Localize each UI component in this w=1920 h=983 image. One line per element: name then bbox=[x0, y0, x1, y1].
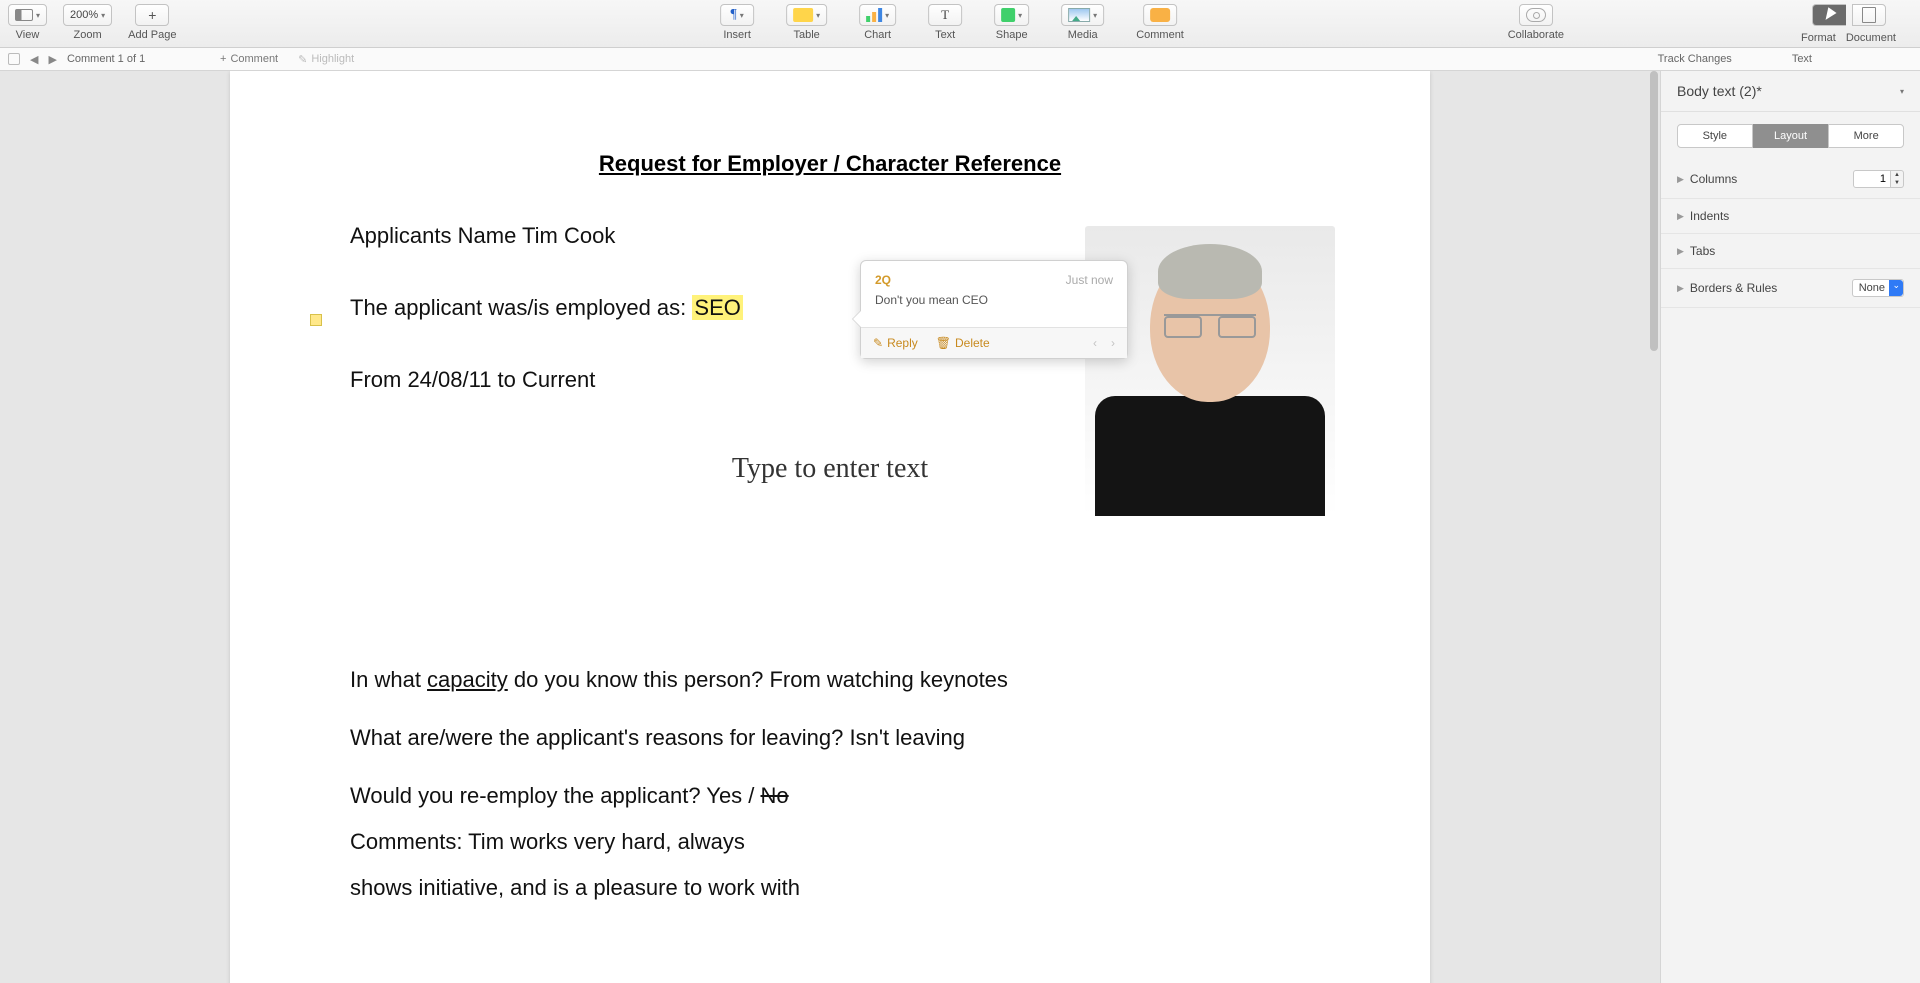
comment-prev-icon[interactable]: ‹ bbox=[1093, 336, 1097, 350]
trash-icon: 🗑 bbox=[936, 336, 951, 350]
comments-line-2[interactable]: shows initiative, and is a pleasure to w… bbox=[350, 875, 1310, 901]
capacity-line[interactable]: In what capacity do you know this person… bbox=[350, 667, 1310, 693]
comment-reply-button[interactable]: ✎Reply bbox=[873, 336, 918, 350]
highlighted-text[interactable]: SEO bbox=[692, 295, 742, 320]
main-toolbar: ▾ View 200%▾ Zoom + Add Page ¶▾Insert ▾T… bbox=[0, 0, 1920, 48]
document-label: Document bbox=[1846, 32, 1896, 44]
document-button[interactable] bbox=[1852, 4, 1886, 26]
borders-dropdown[interactable]: None bbox=[1852, 279, 1904, 297]
reemploy-line[interactable]: Would you re-employ the applicant? Yes /… bbox=[350, 783, 1310, 809]
document-canvas[interactable]: Request for Employer / Character Referen… bbox=[0, 71, 1660, 983]
workspace: Request for Employer / Character Referen… bbox=[0, 71, 1920, 983]
inspector-tabs: Style Layout More bbox=[1677, 124, 1904, 148]
zoom-label: Zoom bbox=[74, 29, 102, 41]
view-group: ▾ View bbox=[8, 4, 47, 41]
step-up-icon[interactable]: ▲ bbox=[1891, 171, 1903, 179]
comment-marker-icon[interactable] bbox=[310, 314, 322, 326]
borders-row[interactable]: ▶ Borders & Rules None bbox=[1661, 269, 1920, 308]
insert-button[interactable]: ¶▾ bbox=[720, 4, 754, 26]
brush-icon bbox=[1821, 7, 1836, 23]
comment-text: Don't you mean CEO bbox=[875, 293, 1113, 307]
page[interactable]: Request for Employer / Character Referen… bbox=[230, 71, 1430, 983]
add-comment-action[interactable]: +Comment bbox=[220, 53, 278, 65]
comment-button[interactable] bbox=[1143, 4, 1177, 26]
comment-label: Comment bbox=[1136, 29, 1184, 41]
thumbnails-toggle-icon[interactable] bbox=[8, 53, 20, 65]
addpage-group: + Add Page bbox=[128, 4, 176, 41]
format-inspector: Body text (2)* ▾ Style Layout More ▶ Col… bbox=[1660, 71, 1920, 983]
zoom-button[interactable]: 200%▾ bbox=[63, 4, 112, 26]
pencil-icon: ✎ bbox=[873, 336, 883, 350]
scrollbar-thumb[interactable] bbox=[1650, 71, 1658, 351]
tabs-row[interactable]: ▶ Tabs bbox=[1661, 234, 1920, 269]
shape-icon bbox=[1001, 8, 1015, 22]
chart-button[interactable]: ▾ bbox=[859, 4, 896, 26]
review-subbar: ◀ ▶ Comment 1 of 1 +Comment ✎Highlight T… bbox=[0, 48, 1920, 71]
text-icon: T bbox=[941, 7, 949, 23]
comment-counter: Comment 1 of 1 bbox=[67, 53, 145, 65]
comment-next-icon[interactable]: › bbox=[1111, 336, 1115, 350]
comment-popover: 2Q Just now Don't you mean CEO ✎Reply 🗑D… bbox=[860, 260, 1128, 359]
highlight-action[interactable]: ✎Highlight bbox=[298, 53, 354, 66]
vertical-scrollbar[interactable] bbox=[1646, 71, 1660, 983]
prev-comment-arrow[interactable]: ◀ bbox=[30, 53, 38, 66]
document-title[interactable]: Request for Employer / Character Referen… bbox=[350, 151, 1310, 177]
columns-row[interactable]: ▶ Columns ▲▼ bbox=[1661, 160, 1920, 199]
collaborate-label: Collaborate bbox=[1508, 29, 1564, 41]
plus-icon: + bbox=[148, 8, 156, 22]
indents-row[interactable]: ▶ Indents bbox=[1661, 199, 1920, 234]
view-button[interactable]: ▾ bbox=[8, 4, 47, 26]
step-down-icon[interactable]: ▼ bbox=[1891, 179, 1903, 187]
add-page-button[interactable]: + bbox=[135, 4, 169, 26]
table-label: Table bbox=[793, 29, 819, 41]
collaborate-button[interactable] bbox=[1519, 4, 1553, 26]
text-button[interactable]: T bbox=[928, 4, 962, 26]
next-comment-arrow[interactable]: ▶ bbox=[48, 53, 56, 66]
media-label: Media bbox=[1068, 29, 1098, 41]
format-button[interactable] bbox=[1812, 4, 1846, 26]
insert-label: Insert bbox=[723, 29, 751, 41]
track-changes-label[interactable]: Track Changes bbox=[1658, 53, 1732, 65]
paragraph-icon: ¶ bbox=[730, 7, 736, 23]
table-icon bbox=[793, 8, 813, 22]
view-label: View bbox=[16, 29, 40, 41]
comment-delete-button[interactable]: 🗑Delete bbox=[936, 336, 990, 350]
comment-author: 2Q bbox=[875, 273, 891, 287]
zoom-value: 200% bbox=[70, 9, 98, 21]
disclosure-icon: ▶ bbox=[1677, 283, 1684, 294]
document-icon bbox=[1862, 7, 1876, 23]
chart-icon bbox=[866, 8, 882, 22]
paragraph-style-select[interactable]: Body text (2)* ▾ bbox=[1661, 71, 1920, 112]
comment-time: Just now bbox=[1066, 273, 1113, 287]
addpage-label: Add Page bbox=[128, 29, 176, 41]
comment-icon bbox=[1150, 8, 1170, 22]
leaving-line[interactable]: What are/were the applicant's reasons fo… bbox=[350, 725, 1310, 751]
text-label: Text bbox=[935, 29, 955, 41]
shape-button[interactable]: ▾ bbox=[994, 4, 1029, 26]
format-label: Format bbox=[1801, 32, 1836, 44]
plus-icon: + bbox=[220, 53, 226, 65]
text-inspector-tab[interactable]: Text bbox=[1792, 53, 1812, 65]
disclosure-icon: ▶ bbox=[1677, 211, 1684, 222]
disclosure-icon: ▶ bbox=[1677, 246, 1684, 257]
tab-more[interactable]: More bbox=[1828, 124, 1904, 148]
columns-stepper[interactable]: ▲▼ bbox=[1853, 170, 1904, 188]
chart-label: Chart bbox=[864, 29, 891, 41]
view-icon bbox=[15, 9, 33, 21]
collaborate-icon bbox=[1526, 8, 1546, 22]
columns-input[interactable] bbox=[1853, 170, 1891, 188]
table-button[interactable]: ▾ bbox=[786, 4, 827, 26]
tab-layout[interactable]: Layout bbox=[1753, 124, 1829, 148]
disclosure-icon: ▶ bbox=[1677, 174, 1684, 185]
shape-label: Shape bbox=[996, 29, 1028, 41]
zoom-group: 200%▾ Zoom bbox=[63, 4, 112, 41]
media-icon bbox=[1068, 8, 1090, 22]
chevron-down-icon: ▾ bbox=[1900, 87, 1904, 96]
tab-style[interactable]: Style bbox=[1677, 124, 1753, 148]
comments-line[interactable]: Comments: Tim works very hard, always bbox=[350, 829, 1310, 855]
pencil-icon: ✎ bbox=[298, 53, 307, 66]
media-button[interactable]: ▾ bbox=[1061, 4, 1104, 26]
